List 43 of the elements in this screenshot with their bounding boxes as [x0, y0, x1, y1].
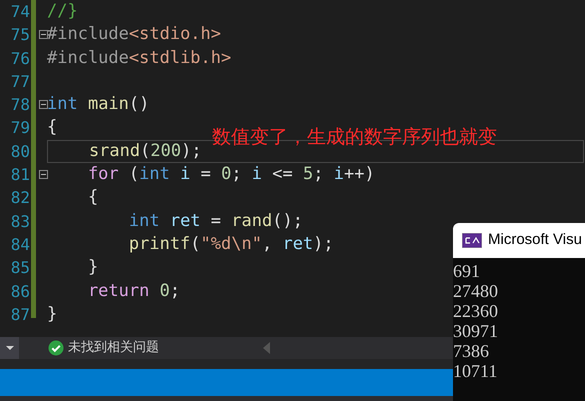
line-number: 87 [10, 304, 31, 326]
code-line: srand(200); [88, 140, 202, 163]
console-app-icon [462, 233, 482, 248]
line-number: 76 [10, 48, 31, 70]
dropdown-button[interactable] [0, 337, 19, 359]
code-line: { [47, 116, 58, 140]
code-line: #include<stdio.h> [47, 23, 222, 46]
console-output-line: 22360 [453, 301, 499, 321]
code-line: int ret = rand(); [128, 210, 303, 233]
line-number: 84 [10, 234, 31, 256]
line-number: 77 [10, 70, 31, 93]
console-output-line: 27480 [453, 281, 499, 301]
code-line: //} [47, 0, 78, 23]
code-line: return 0; [86, 280, 180, 303]
collapse-icon[interactable] [39, 30, 48, 40]
collapse-icon[interactable] [39, 170, 48, 180]
line-number: 78 [10, 94, 31, 116]
check-icon [48, 340, 64, 356]
code-line: for (int i = 0; i <= 5; i++) [86, 163, 375, 186]
code-line: } [86, 256, 98, 280]
line-number: 74 [10, 1, 31, 23]
line-number: 86 [10, 280, 31, 303]
console-title: Microsoft Visu [488, 230, 582, 250]
collapse-icon[interactable] [39, 100, 48, 110]
code-line: #include<stdlib.h> [47, 46, 232, 70]
console-output-line: 30971 [453, 321, 499, 341]
line-number: 85 [10, 257, 31, 280]
console-output-line: 7386 [453, 341, 490, 361]
code-line: int main() [47, 93, 150, 116]
line-number: 75 [10, 24, 31, 46]
code-line: printf("%d\n", ret); [128, 232, 334, 256]
code-line: { [86, 186, 98, 210]
line-number: 83 [10, 210, 31, 233]
line-number: 79 [10, 117, 31, 140]
line-number: 82 [10, 187, 31, 210]
status-message: 未找到相关问题 [68, 339, 159, 358]
code-line: } [47, 302, 58, 326]
line-number: 81 [10, 164, 31, 186]
line-number: 80 [10, 140, 31, 163]
annotation-text: 数值变了，生成的数字序列也就变 [212, 125, 497, 150]
console-output-line: 691 [453, 261, 481, 281]
console-output-line: 10711 [453, 361, 498, 381]
caret-icon [6, 346, 14, 350]
